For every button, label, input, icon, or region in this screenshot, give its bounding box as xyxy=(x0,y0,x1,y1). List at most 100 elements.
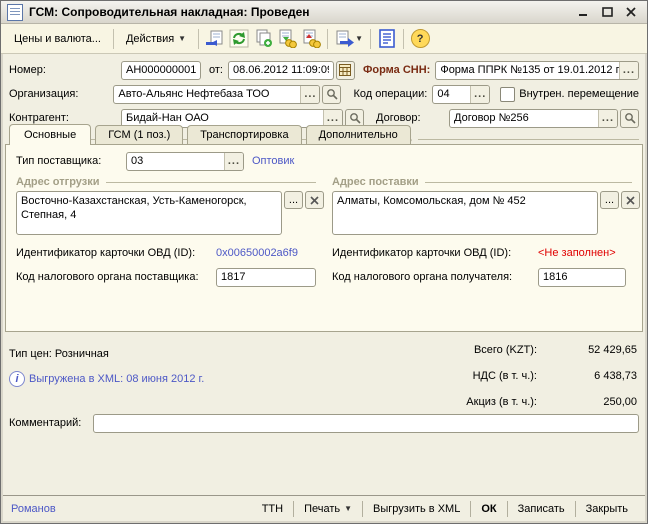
vat-label: НДС (в т. ч.): xyxy=(387,370,537,382)
footer-separator xyxy=(470,501,471,517)
maximize-icon[interactable] xyxy=(597,4,617,21)
clear-icon[interactable] xyxy=(621,191,640,209)
tab-main[interactable]: Основные xyxy=(9,124,91,145)
footer-separator xyxy=(507,501,508,517)
user-link[interactable]: Романов xyxy=(11,503,56,515)
close-icon[interactable] xyxy=(621,4,641,21)
chevron-down-icon: ▼ xyxy=(344,505,352,513)
excise-value: 250,00 xyxy=(537,396,637,408)
ovd-card-receiver-value: <Не заполнен> xyxy=(538,247,616,259)
date-input[interactable] xyxy=(228,61,334,80)
tab-transport[interactable]: Транспортировка xyxy=(187,125,301,144)
save-button[interactable]: Записать xyxy=(509,500,574,518)
toolbar-separator xyxy=(327,29,328,49)
footer-separator xyxy=(293,501,294,517)
internal-move-checkbox[interactable]: Внутрен. перемещение xyxy=(500,87,639,102)
tab-gsm[interactable]: ГСМ (1 поз.) xyxy=(95,125,183,144)
chevron-down-icon: ▼ xyxy=(178,35,186,43)
prices-currency-button[interactable]: Цены и валюта... xyxy=(6,29,109,49)
toolbar: Цены и валюта... Действия▼ ▼ ? xyxy=(1,24,647,54)
xml-exported-row: i Выгружена в XML: 08 июня 2012 г. xyxy=(9,369,204,389)
price-type-label: Тип цен: Розничная xyxy=(9,348,109,360)
clear-icon[interactable] xyxy=(305,191,324,209)
titlebar: ГСМ: Сопроводительная накладная: Проведе… xyxy=(1,1,647,24)
shipping-address-header: Адрес отгрузки xyxy=(16,176,316,188)
ovd-card-supplier-label: Идентификатор карточки ОВД (ID): xyxy=(16,247,216,259)
snn-form-label: Форма СНН: xyxy=(363,64,430,76)
select-icon[interactable]: ... xyxy=(300,86,319,103)
tax-office-supplier-input[interactable] xyxy=(216,268,316,287)
total-value: 52 429,65 xyxy=(537,344,637,356)
chevron-down-icon: ▼ xyxy=(355,35,363,43)
magnifier-icon[interactable] xyxy=(322,85,341,104)
tab-additional[interactable]: Дополнительно xyxy=(306,125,411,144)
organization-field[interactable]: Авто-Альянс Нефтебаза ТОО ... xyxy=(113,85,320,104)
supplier-type-hint: Оптовик xyxy=(252,155,294,167)
select-icon[interactable]: ... xyxy=(284,191,303,209)
select-icon[interactable]: ... xyxy=(600,191,619,209)
supplier-type-label: Тип поставщика: xyxy=(16,155,126,167)
magnifier-icon[interactable] xyxy=(620,109,639,128)
select-icon[interactable]: ... xyxy=(598,110,617,127)
unpost-icon[interactable] xyxy=(299,27,323,50)
toolbar-separator xyxy=(113,29,114,49)
snn-form-field[interactable]: Форма ППРК №135 от 19.01.2012 г ... xyxy=(435,61,639,80)
ok-button[interactable]: ОК xyxy=(472,500,505,518)
select-icon[interactable]: ... xyxy=(619,62,638,79)
supplier-type-field[interactable]: 03 ... xyxy=(126,152,244,171)
footer-bar: Романов ТТН Печать▼ Выгрузить в XML ОК З… xyxy=(3,495,645,521)
toolbar-separator xyxy=(403,29,404,49)
tax-office-supplier-label: Код налогового органа поставщика: xyxy=(16,271,216,283)
organization-label: Организация: xyxy=(9,88,113,100)
comment-input[interactable] xyxy=(93,414,639,433)
report-icon[interactable] xyxy=(375,27,399,50)
minimize-icon[interactable] xyxy=(573,4,593,21)
totals-block: Всего (KZT): 52 429,65 НДС (в т. ч.): 6 … xyxy=(387,344,637,408)
internal-move-label: Внутрен. перемещение xyxy=(519,88,639,100)
excise-label: Акциз (в т. ч.): xyxy=(387,396,537,408)
date-prefix-label: от: xyxy=(209,64,223,76)
close-button[interactable]: Закрыть xyxy=(577,500,637,518)
main-tab-panel: Тип поставщика: 03 ... Оптовик Адрес отг… xyxy=(5,144,643,332)
document-icon xyxy=(7,4,23,21)
shipping-address-field[interactable]: Восточно-Казахстанская, Усть-Каменогорск… xyxy=(16,191,282,235)
document-window: ГСМ: Сопроводительная накладная: Проведе… xyxy=(0,0,648,524)
number-input[interactable] xyxy=(121,61,201,80)
number-label: Номер: xyxy=(9,64,121,76)
total-label: Всего (KZT): xyxy=(387,344,537,356)
footer-separator xyxy=(575,501,576,517)
tax-office-receiver-input[interactable] xyxy=(538,268,626,287)
calendar-icon[interactable] xyxy=(336,61,355,80)
price-type-row: Тип цен: Розничная xyxy=(9,344,109,364)
xml-exported-label: Выгружена в XML: 08 июня 2012 г. xyxy=(29,373,204,385)
delivery-address-header: Адрес поставки xyxy=(332,176,632,188)
checkbox-icon xyxy=(500,87,515,102)
copy-icon[interactable] xyxy=(251,27,275,50)
vat-value: 6 438,73 xyxy=(537,370,637,382)
delivery-address-field[interactable]: Алматы, Комсомольская, дом № 452 xyxy=(332,191,598,235)
goto-icon[interactable]: ▼ xyxy=(332,27,366,50)
ovd-card-receiver-label: Идентификатор карточки ОВД (ID): xyxy=(332,247,538,259)
select-icon[interactable]: ... xyxy=(470,86,489,103)
export-xml-button[interactable]: Выгрузить в XML xyxy=(364,500,469,518)
reread-icon[interactable] xyxy=(203,27,227,50)
toolbar-separator xyxy=(198,29,199,49)
operation-code-field[interactable]: 04 ... xyxy=(432,85,490,104)
post-icon[interactable] xyxy=(275,27,299,50)
comment-label: Комментарий: xyxy=(9,417,93,429)
select-icon[interactable]: ... xyxy=(224,153,243,170)
print-button[interactable]: Печать▼ xyxy=(295,500,361,518)
ovd-card-supplier-value: 0x00650002a6f9 xyxy=(216,247,328,259)
info-icon: i xyxy=(9,371,25,387)
operation-code-label: Код операции: xyxy=(353,88,427,100)
help-icon[interactable]: ? xyxy=(408,27,432,50)
contract-field[interactable]: Договор №256 ... xyxy=(449,109,618,128)
ttn-button[interactable]: ТТН xyxy=(253,500,292,518)
toolbar-separator xyxy=(370,29,371,49)
actions-menu-button[interactable]: Действия▼ xyxy=(118,29,194,49)
tax-office-receiver-label: Код налогового органа получателя: xyxy=(332,271,538,283)
tab-bar: Основные ГСМ (1 поз.) Транспортировка До… xyxy=(9,123,415,144)
footer-separator xyxy=(362,501,363,517)
refresh-icon[interactable] xyxy=(227,27,251,50)
window-title: ГСМ: Сопроводительная накладная: Проведе… xyxy=(29,5,569,19)
